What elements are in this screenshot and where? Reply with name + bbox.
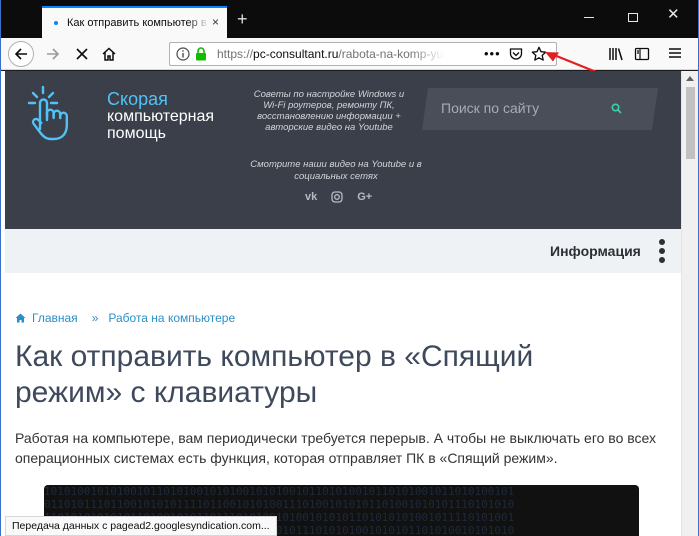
site-header: Скорая компьютерная помощь Советы по нас…: [5, 71, 681, 229]
vk-icon[interactable]: vk: [305, 191, 317, 203]
site-logo-text[interactable]: Скорая компьютерная помощь: [107, 89, 215, 142]
article-lead: Работая на компьютере, вам периодически …: [15, 430, 657, 466]
kebab-menu-icon[interactable]: [659, 239, 667, 266]
forward-button[interactable]: [41, 42, 65, 66]
page-actions-button[interactable]: •••: [484, 46, 501, 61]
loading-dot-icon: [54, 21, 58, 25]
scroll-up-icon[interactable]: [686, 76, 694, 81]
url-text[interactable]: https://pc-consultant.ru/rabota-na-komp-…: [217, 47, 445, 61]
stop-icon: [76, 48, 88, 60]
page-scrollbar[interactable]: [681, 71, 698, 536]
lock-icon[interactable]: [195, 47, 207, 61]
google-plus-icon[interactable]: G+: [357, 191, 372, 203]
info-menu-label[interactable]: Информация: [550, 243, 641, 259]
site-search-input[interactable]: Поиск по сайту: [441, 100, 539, 116]
logo-line: компьютерная: [107, 108, 215, 125]
site-tagline: Советы по настройке Windows и Wi-Fi роут…: [253, 89, 405, 133]
arrow-right-icon: [47, 48, 60, 60]
url-bar[interactable]: https://pc-consultant.ru/rabota-na-komp-…: [169, 42, 557, 66]
breadcrumb-home-link[interactable]: Главная: [32, 311, 78, 325]
maximize-button[interactable]: [628, 13, 638, 22]
stop-button[interactable]: [70, 42, 94, 66]
home-icon: [15, 313, 26, 323]
social-links: vk G+: [305, 191, 372, 203]
info-menu-bar: Информация: [5, 229, 681, 273]
tab-title: Как отправить компьютер в сп: [67, 17, 209, 29]
window-close-button[interactable]: ✕: [667, 7, 680, 22]
article-title: Как отправить компьютер в «Спящий режим»…: [15, 340, 534, 409]
breadcrumb: Главная » Работа на компьютере: [15, 311, 235, 325]
tab-active[interactable]: Как отправить компьютер в сп ×: [42, 6, 227, 38]
new-tab-button[interactable]: +: [237, 10, 248, 28]
breadcrumb-separator: »: [91, 311, 99, 325]
home-button[interactable]: [97, 42, 121, 66]
status-bar: Передача данных с pagead2.googlesyndicat…: [5, 516, 277, 536]
tab-strip: Как отправить компьютер в сп × + ✕: [1, 0, 698, 38]
tab-close-button[interactable]: ×: [212, 16, 219, 28]
breadcrumb-section-link[interactable]: Работа на компьютере: [108, 311, 235, 325]
logo-line: Скорая: [107, 89, 168, 109]
info-icon[interactable]: [176, 47, 190, 61]
social-tagline: Смотрите наши видео на Youtube и в социа…: [250, 159, 422, 182]
logo-line: помощь: [107, 125, 166, 142]
home-icon: [102, 47, 116, 61]
hand-tap-logo-icon: [27, 85, 68, 141]
pocket-icon[interactable]: [509, 47, 523, 61]
sidebar-icon[interactable]: [634, 46, 650, 62]
page-viewport: Скорая компьютерная помощь Советы по нас…: [1, 71, 681, 536]
browser-window: Как отправить компьютер в сп × + ✕ https…: [0, 0, 699, 536]
hamburger-menu-icon[interactable]: [668, 46, 682, 60]
scrollbar-thumb[interactable]: [686, 87, 695, 159]
search-icon[interactable]: [611, 103, 622, 114]
back-button[interactable]: [8, 41, 34, 67]
arrow-left-icon: [14, 48, 27, 60]
minimize-button[interactable]: [584, 10, 596, 24]
instagram-icon[interactable]: [331, 191, 343, 203]
